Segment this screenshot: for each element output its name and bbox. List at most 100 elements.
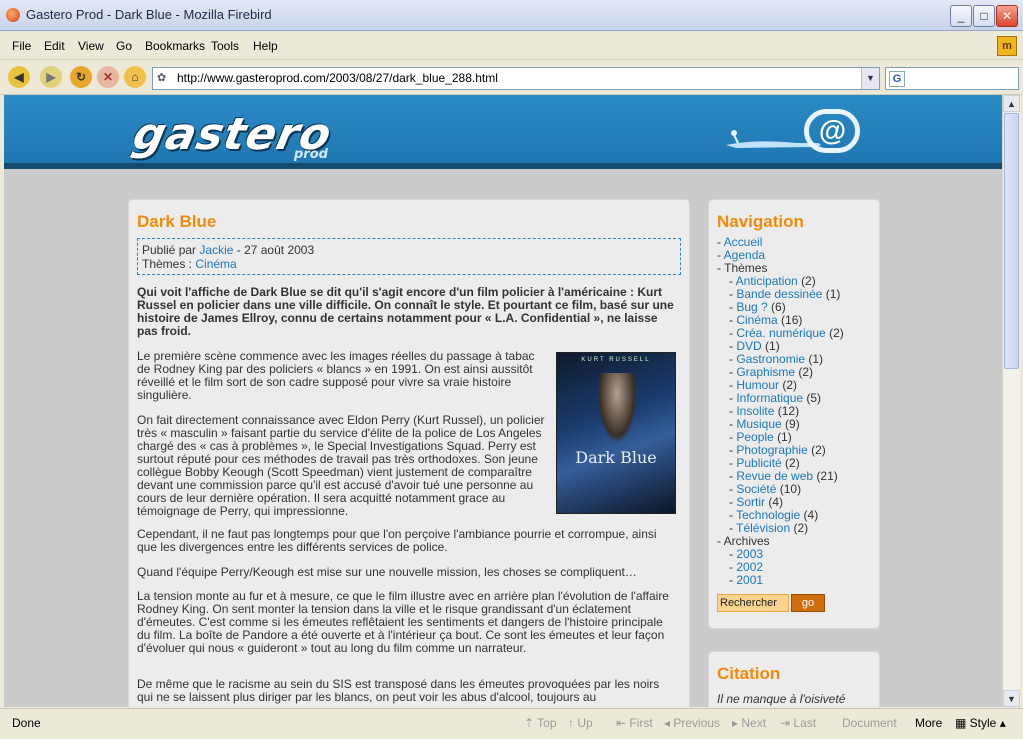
site-nav-document[interactable]: Document — [842, 716, 897, 730]
reload-icon[interactable]: ↻ — [70, 66, 92, 88]
archives-list: - 2003 - 2002 - 2001 — [717, 548, 844, 587]
theme-count: (1) — [765, 339, 780, 353]
url-dropdown-icon[interactable]: ▼ — [861, 68, 879, 89]
article-paragraph-3: Cependant, il ne faut pas longtemps pour… — [137, 527, 657, 554]
theme-link[interactable]: Société — [736, 482, 776, 496]
maximize-button[interactable]: □ — [973, 5, 995, 27]
site-nav-more[interactable]: More — [915, 716, 942, 730]
vertical-scrollbar[interactable]: ▲ ▼ — [1002, 95, 1020, 707]
scroll-up-icon[interactable]: ▲ — [1003, 95, 1020, 112]
theme-count: (2) — [793, 521, 809, 535]
style-label: Style — [969, 716, 997, 730]
theme-count: (4) — [768, 495, 784, 509]
poster-title: Dark Blue — [575, 448, 657, 467]
theme-link[interactable]: Technologie — [736, 508, 800, 522]
menu-go[interactable]: Go — [116, 39, 132, 53]
theme-link[interactable]: Humour — [736, 378, 779, 392]
theme-link[interactable]: Graphisme — [736, 365, 795, 379]
site-logo-sub: prod — [294, 147, 328, 162]
menu-file[interactable]: File — [12, 39, 31, 53]
themes-list: - Anticipation (2) - Bande dessinée (1) … — [717, 275, 844, 535]
menu-help[interactable]: Help — [253, 39, 278, 53]
citation-panel: Citation Il ne manque à l'oisiveté — [708, 651, 880, 707]
archive-link[interactable]: 2002 — [736, 560, 763, 574]
article-paragraph-1: Le première scène commence avec les imag… — [137, 349, 535, 402]
theme-link[interactable]: Télévision — [736, 521, 790, 535]
theme-link[interactable]: People — [736, 430, 773, 444]
home-icon[interactable]: ⌂ — [124, 66, 146, 88]
stop-icon[interactable]: ✕ — [97, 66, 119, 88]
author-link[interactable]: Jackie — [199, 243, 233, 257]
menu-view[interactable]: View — [78, 39, 104, 53]
article-meta: Publié par Jackie - 27 août 2003 Thèmes … — [137, 238, 681, 275]
theme-count: (9) — [785, 417, 800, 431]
menu-bar: File Edit View Go Bookmarks Tools Help m — [0, 31, 1023, 60]
theme-link[interactable]: Informatique — [736, 391, 803, 405]
theme-count: (2) — [801, 274, 816, 288]
theme-link[interactable]: Revue de web — [736, 469, 813, 483]
mozilla-throbber-icon: m — [997, 36, 1017, 56]
site-nav-last[interactable]: ⇥ Last — [780, 716, 816, 730]
nav-link-agenda[interactable]: Agenda — [724, 248, 765, 262]
nav-link-accueil[interactable]: Accueil — [724, 235, 763, 249]
url-text: http://www.gasteroprod.com/2003/08/27/da… — [177, 71, 498, 85]
theme-count: (2) — [811, 443, 826, 457]
theme-link[interactable]: Bande dessinée — [736, 287, 822, 301]
theme-link[interactable]: Anticipation — [736, 274, 798, 288]
status-bar: Done ⇡ Top ↑ Up ⇤ First ◂ Previous ▸ Nex… — [0, 708, 1023, 739]
go-button[interactable]: go — [791, 594, 825, 612]
theme-count: (10) — [779, 482, 802, 496]
menu-edit[interactable]: Edit — [44, 39, 65, 53]
site-search-input[interactable]: Rechercher — [717, 594, 789, 612]
theme-count: (4) — [803, 508, 819, 522]
site-nav-last-label: Last — [793, 716, 817, 730]
theme-count: (2) — [798, 365, 814, 379]
close-button[interactable]: ✕ — [996, 5, 1018, 27]
title-bar: Gastero Prod - Dark Blue - Mozilla Fireb… — [0, 0, 1023, 31]
minimize-button[interactable]: _ — [950, 5, 972, 27]
article-paragraph-5: La tension monte au fur et à mesure, ce … — [137, 589, 669, 655]
site-nav-previous[interactable]: ◂ Previous — [664, 716, 720, 730]
archive-link[interactable]: 2001 — [736, 573, 763, 587]
theme-link[interactable]: Photographie — [736, 443, 807, 457]
theme-link[interactable]: DVD — [736, 339, 761, 353]
site-nav-top[interactable]: ⇡ Top — [524, 716, 557, 730]
site-nav-next[interactable]: ▸ Next — [732, 716, 766, 730]
theme-link[interactable]: Créa. numérique — [736, 326, 825, 340]
theme-link[interactable]: Sortir — [736, 495, 765, 509]
theme-link[interactable]: Bug ? — [736, 300, 767, 314]
site-nav-first-label: First — [629, 716, 653, 730]
archive-link[interactable]: 2003 — [736, 547, 763, 561]
window-title: Gastero Prod - Dark Blue - Mozilla Fireb… — [26, 7, 272, 22]
url-input[interactable]: ✿ http://www.gasteroprod.com/2003/08/27/… — [152, 67, 880, 90]
theme-count: (16) — [781, 313, 803, 327]
scroll-thumb[interactable] — [1004, 113, 1019, 369]
theme-count: (2) — [785, 456, 800, 470]
theme-link[interactable]: Gastronomie — [736, 352, 805, 366]
menu-bookmarks[interactable]: Bookmarks — [145, 39, 205, 53]
theme-link[interactable]: Insolite — [736, 404, 774, 418]
site-nav-first[interactable]: ⇤ First — [616, 716, 653, 730]
poster-actor: KURT RUSSELL — [581, 357, 651, 363]
article-paragraph-4: Quand l'équipe Perry/Keough est mise sur… — [137, 565, 637, 579]
page-viewport: gastero prod @ Dark Blue Publié par Jack… — [4, 95, 1002, 707]
theme-link[interactable]: Cinéma — [195, 257, 236, 271]
navigation-title: Navigation — [717, 212, 804, 231]
style-switcher[interactable]: ▦ Style ▴ — [955, 716, 1006, 730]
back-icon[interactable]: ◀ — [8, 66, 30, 88]
navigation-list: - Accueil - Agenda - Thèmes - Anticipati… — [717, 236, 844, 587]
theme-count: (1) — [808, 352, 824, 366]
scroll-down-icon[interactable]: ▼ — [1003, 690, 1020, 707]
citation-title: Citation — [717, 664, 781, 683]
search-input[interactable]: G — [885, 67, 1019, 90]
theme-count: (12) — [777, 404, 800, 418]
theme-count: (6) — [771, 300, 786, 314]
forward-icon[interactable]: ▶ — [40, 66, 62, 88]
theme-link[interactable]: Publicité — [736, 456, 781, 470]
theme-link[interactable]: Musique — [736, 417, 781, 431]
theme-link[interactable]: Cinéma — [736, 313, 777, 327]
post-date: - 27 août 2003 — [236, 243, 315, 257]
google-icon[interactable]: G — [889, 71, 905, 87]
site-nav-up[interactable]: ↑ Up — [568, 716, 593, 730]
menu-tools[interactable]: Tools — [211, 39, 239, 53]
